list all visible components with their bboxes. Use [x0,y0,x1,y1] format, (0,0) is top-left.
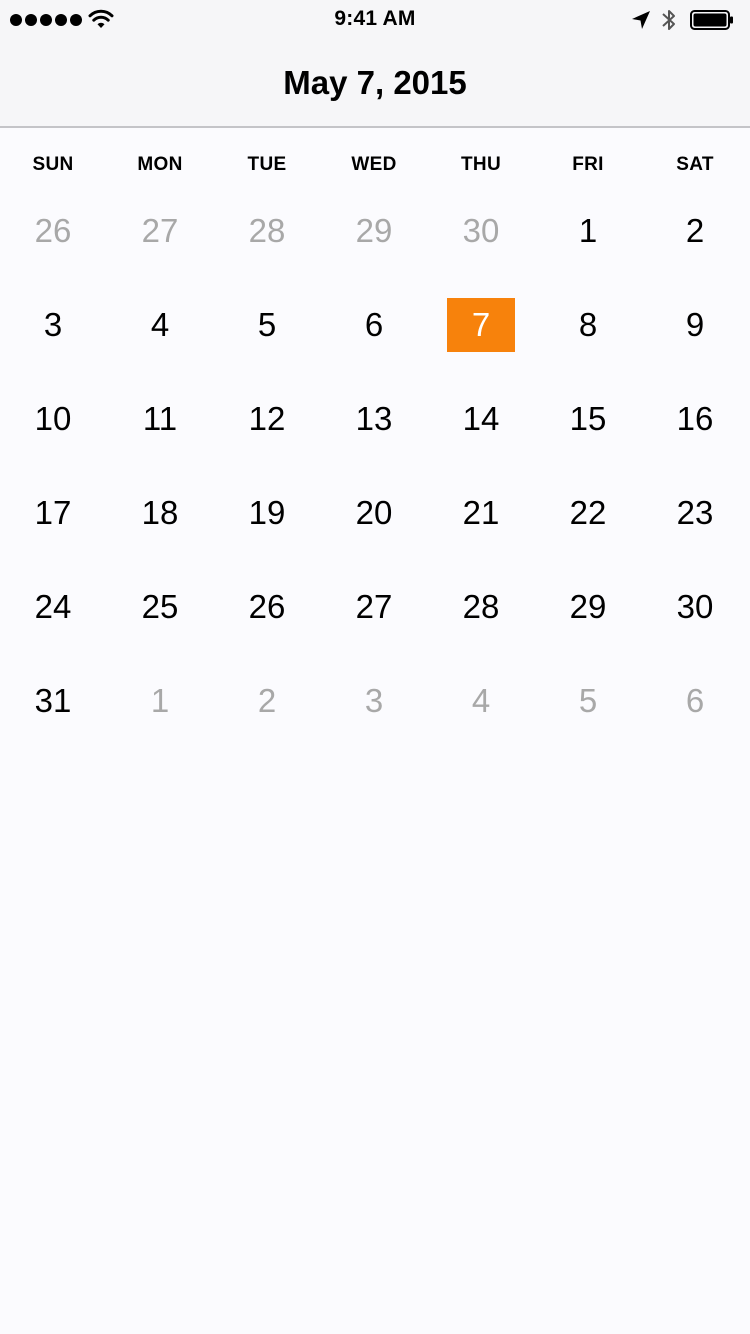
calendar-day[interactable]: 15 [554,392,622,446]
calendar-day-adjacent-month[interactable]: 27 [126,204,194,258]
page-title: May 7, 2015 [283,64,467,101]
calendar-day[interactable]: 31 [19,674,87,728]
calendar-day[interactable]: 2 [661,204,729,258]
calendar-day-adjacent-month[interactable]: 3 [340,674,408,728]
calendar-day-adjacent-month[interactable]: 4 [447,674,515,728]
calendar-day[interactable]: 3 [19,298,87,352]
calendar-day[interactable]: 23 [661,486,729,540]
location-arrow-icon [632,11,650,29]
calendar-day-adjacent-month[interactable]: 6 [661,674,729,728]
calendar-day[interactable]: 22 [554,486,622,540]
calendar-day[interactable]: 16 [661,392,729,446]
weekday-label: SUN [32,154,74,175]
calendar-day[interactable]: 13 [340,392,408,446]
navigation-bar: 9:41 AM May 7, 2015 [0,0,750,128]
calendar-day[interactable]: 1 [554,204,622,258]
calendar-day[interactable]: 25 [126,580,194,634]
calendar-day-selected[interactable]: 7 [447,298,515,352]
weekday-label: WED [351,154,397,175]
weekday-label: SAT [676,154,714,175]
calendar-day[interactable]: 28 [447,580,515,634]
calendar-day-adjacent-month[interactable]: 30 [447,204,515,258]
weekday-header-row: SUN MON TUE WED THU FRI SAT [0,154,750,178]
calendar-day[interactable]: 26 [233,580,301,634]
calendar-day[interactable]: 9 [661,298,729,352]
calendar-day[interactable]: 29 [554,580,622,634]
weekday-label: TUE [247,154,287,175]
bluetooth-icon [662,10,675,30]
calendar-day[interactable]: 24 [19,580,87,634]
calendar-day[interactable]: 10 [19,392,87,446]
calendar-day[interactable]: 5 [233,298,301,352]
calendar-day[interactable]: 20 [340,486,408,540]
status-bar: 9:41 AM [0,0,750,40]
calendar-day[interactable]: 11 [126,392,194,446]
calendar-day[interactable]: 17 [19,486,87,540]
calendar-day-adjacent-month[interactable]: 28 [233,204,301,258]
calendar-day[interactable]: 8 [554,298,622,352]
calendar-day[interactable]: 12 [233,392,301,446]
calendar-day[interactable]: 18 [126,486,194,540]
calendar-day-adjacent-month[interactable]: 26 [19,204,87,258]
battery-icon [690,10,733,30]
calendar-day[interactable]: 27 [340,580,408,634]
calendar-day[interactable]: 19 [233,486,301,540]
calendar-day[interactable]: 30 [661,580,729,634]
calendar-day[interactable]: 6 [340,298,408,352]
calendar-day-adjacent-month[interactable]: 1 [126,674,194,728]
calendar-day-adjacent-month[interactable]: 29 [340,204,408,258]
calendar-day[interactable]: 21 [447,486,515,540]
weekday-label: FRI [572,154,604,175]
calendar-day-adjacent-month[interactable]: 5 [554,674,622,728]
weekday-label: MON [137,154,183,175]
weekday-label: THU [461,154,501,175]
calendar-day-adjacent-month[interactable]: 2 [233,674,301,728]
calendar-day[interactable]: 14 [447,392,515,446]
calendar-day[interactable]: 4 [126,298,194,352]
